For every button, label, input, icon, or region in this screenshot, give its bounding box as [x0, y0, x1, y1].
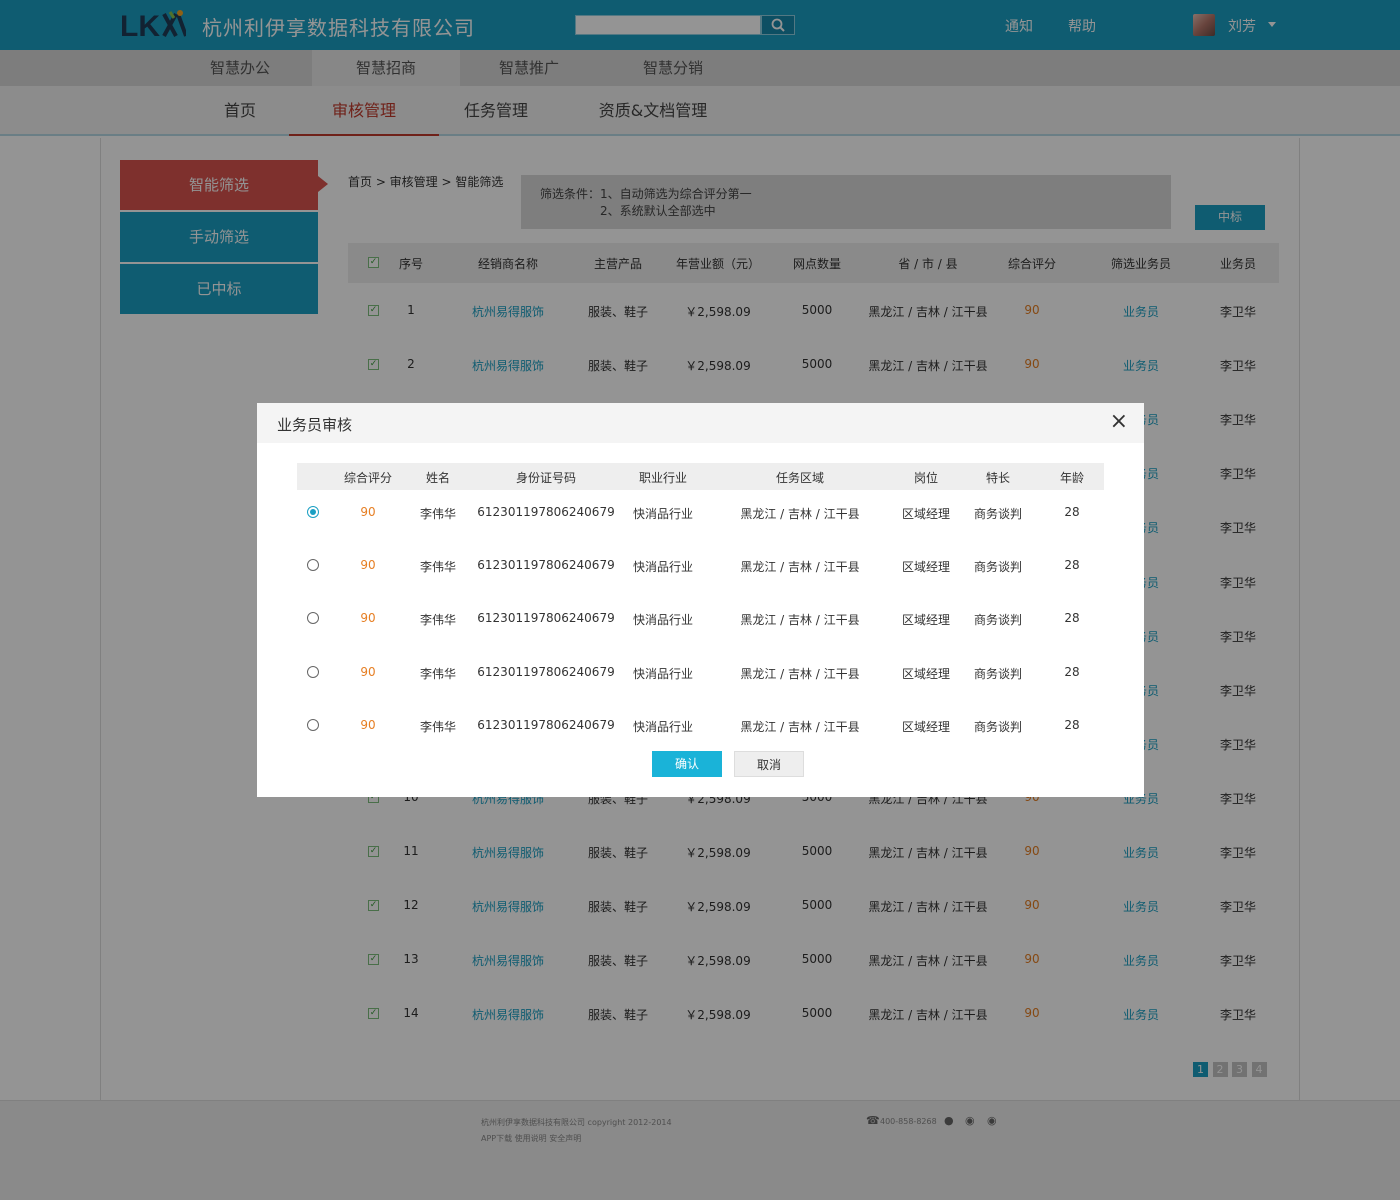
cell-age: 28: [1064, 558, 1080, 573]
cell-task-region: 黑龙江 / 吉林 / 江干县: [740, 719, 860, 734]
cell-industry: 快消品行业: [632, 507, 693, 521]
dialog-header: 业务员审核 ×: [257, 403, 1144, 443]
salesperson-review-dialog: 业务员审核 × 综合评分 姓名 身份证号码 职业行业 任务区域 岗位 特长 年龄 90 李伟华 61…: [257, 403, 1144, 797]
dialog-column-header: 职业行业: [638, 471, 687, 485]
cell-task-region: 黑龙江 / 吉林 / 江干县: [740, 666, 860, 681]
cell-age: 28: [1064, 611, 1080, 626]
cell-age: 28: [1064, 717, 1080, 732]
dialog-title: 业务员审核: [277, 416, 353, 434]
dialog-column-header: 任务区域: [775, 471, 824, 485]
cell-industry: 快消品行业: [632, 666, 693, 681]
cell-age: 28: [1064, 664, 1080, 679]
close-icon[interactable]: ×: [1110, 409, 1128, 435]
cancel-button[interactable]: 取消: [734, 751, 804, 777]
cell-age: 28: [1064, 505, 1080, 519]
cell-task-region: 黑龙江 / 吉林 / 江干县: [740, 507, 860, 521]
cell-task-region: 黑龙江 / 吉林 / 江干县: [740, 613, 860, 628]
cell-task-region: 黑龙江 / 吉林 / 江干县: [740, 560, 860, 575]
cell-industry: 快消品行业: [632, 613, 693, 628]
confirm-button[interactable]: 确认: [652, 751, 722, 777]
cell-industry: 快消品行业: [632, 719, 693, 734]
dialog-column-header: 年龄: [1059, 471, 1084, 485]
cell-industry: 快消品行业: [632, 560, 693, 575]
